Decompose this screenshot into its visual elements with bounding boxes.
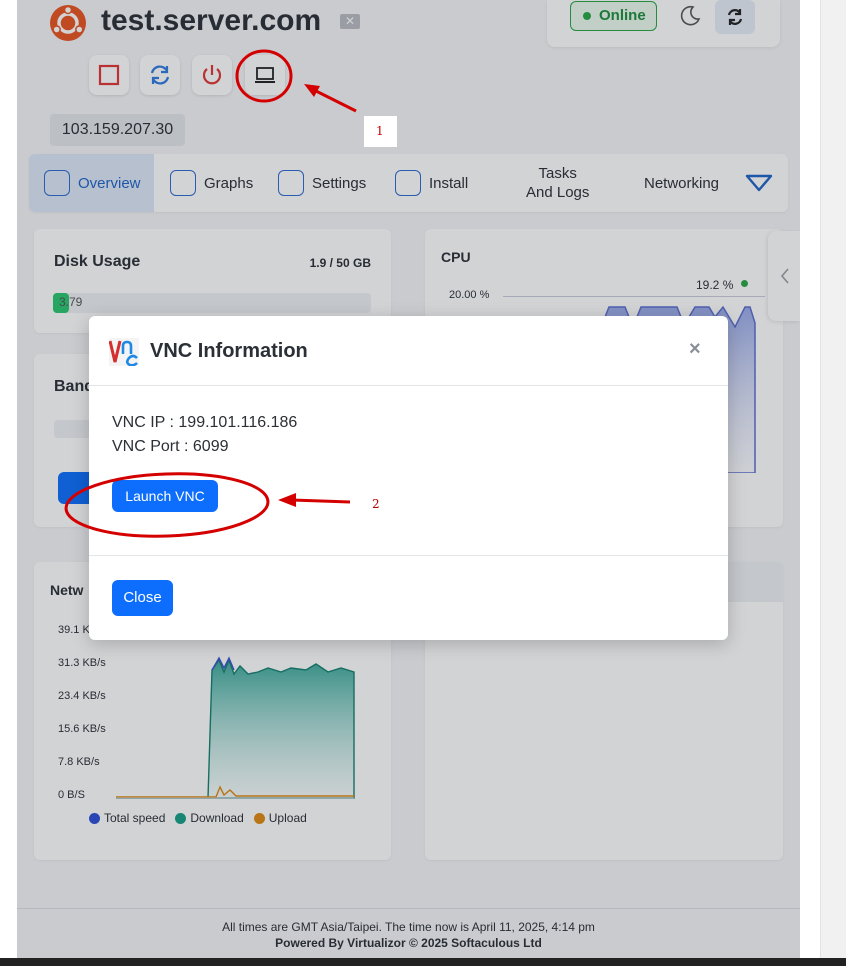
annotation-arrowhead-2 bbox=[278, 493, 296, 507]
annotation-label-1: 1 bbox=[376, 124, 384, 138]
annotation-circle-vnc-button bbox=[235, 49, 293, 103]
annotation-arrow-2 bbox=[291, 498, 351, 504]
annotation-label-2: 2 bbox=[372, 497, 380, 511]
annotation-arrow-1 bbox=[311, 87, 357, 113]
annotation-circle-launch-vnc bbox=[64, 472, 270, 538]
annotation-layer bbox=[64, 49, 357, 538]
